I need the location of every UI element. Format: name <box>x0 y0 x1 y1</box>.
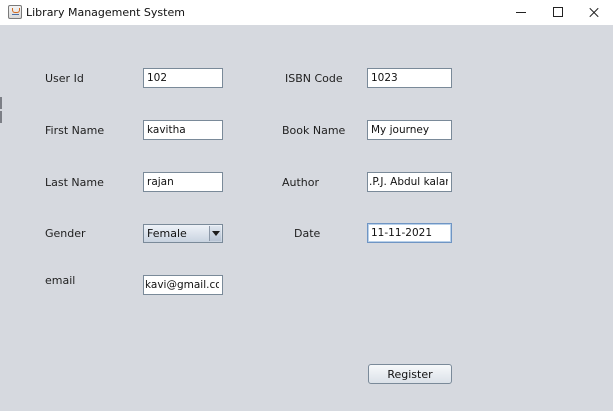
isbn-code-label: ISBN Code <box>285 72 343 85</box>
window-edge-mark <box>0 111 2 123</box>
isbn-code-field[interactable] <box>367 68 452 88</box>
gender-label: Gender <box>45 227 86 240</box>
last-name-label: Last Name <box>45 176 104 189</box>
register-button[interactable]: Register <box>368 364 452 384</box>
window-edge-mark <box>0 97 2 109</box>
maximize-icon[interactable] <box>537 0 577 25</box>
date-label: Date <box>294 227 321 240</box>
java-cup-icon <box>8 5 22 19</box>
minimize-icon[interactable] <box>500 0 540 25</box>
author-label: Author <box>282 176 320 189</box>
title-bar[interactable]: Library Management System <box>0 0 613 25</box>
user-id-label: User Id <box>45 72 84 85</box>
email-field[interactable] <box>143 275 223 295</box>
user-id-field[interactable] <box>143 68 223 88</box>
gender-dropdown[interactable]: Female <box>143 224 223 243</box>
book-name-field[interactable] <box>367 120 452 140</box>
book-name-label: Book Name <box>282 124 346 137</box>
first-name-label: First Name <box>45 124 105 137</box>
gender-selected-value: Female <box>147 227 187 240</box>
email-label: email <box>45 274 76 287</box>
form-panel: User Id First Name Last Name Gender Fema… <box>0 25 613 411</box>
date-field[interactable] <box>367 223 452 243</box>
first-name-field[interactable] <box>143 120 223 140</box>
close-icon[interactable] <box>574 0 613 25</box>
chevron-down-icon[interactable] <box>209 226 221 241</box>
author-field[interactable] <box>367 172 452 192</box>
last-name-field[interactable] <box>143 172 223 192</box>
window-title: Library Management System <box>26 6 185 19</box>
